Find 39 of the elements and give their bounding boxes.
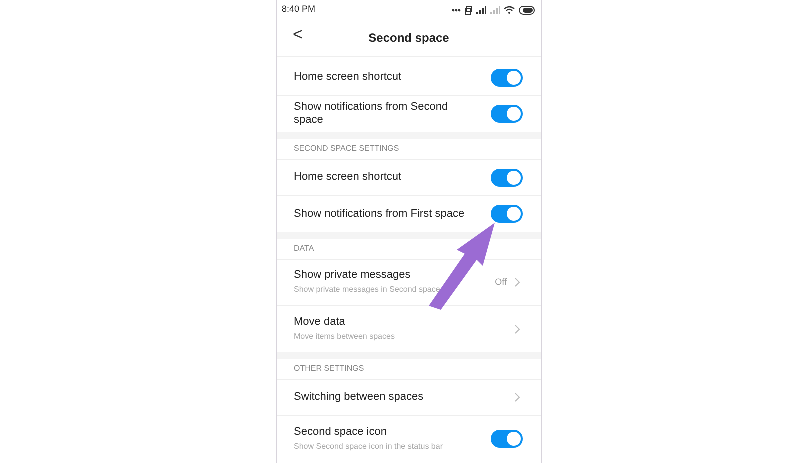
setting-label: Home screen shortcut (294, 71, 403, 84)
setting-description: Move items between spaces (294, 330, 396, 342)
setting-value: Off (495, 276, 507, 289)
toggle-switch[interactable] (491, 68, 523, 86)
chevron-right-icon (515, 278, 520, 287)
chevron-right-icon (515, 393, 520, 402)
setting-label: Switching between spaces (294, 391, 425, 404)
setting-label: Show private messages (294, 269, 412, 282)
settings-row[interactable]: Show notifications from First space (277, 196, 541, 232)
setting-label: Home screen shortcut (294, 171, 403, 184)
settings-row[interactable]: Switching between spaces (277, 380, 541, 416)
settings-row[interactable]: Show notifications from Second space (277, 96, 541, 132)
back-button[interactable]: < (293, 26, 303, 43)
sim-icon (465, 6, 472, 14)
section-heading: SECOND SPACE SETTINGS (294, 143, 400, 155)
setting-label: Show notifications from Second space (294, 101, 450, 127)
battery-icon (519, 6, 536, 14)
signal-icon (476, 6, 486, 14)
settings-row[interactable]: Second space icon Show Second space icon in the status bar (277, 416, 541, 462)
setting-label: Second space icon (294, 426, 388, 438)
setting-description: Show Second space icon in the status bar (294, 440, 444, 452)
setting-label: Show notifications from First space (294, 208, 466, 220)
setting-label: Move data (294, 316, 346, 328)
status-time: 8:40 PM (282, 3, 316, 16)
settings-row[interactable]: Move data Move items between spaces (277, 306, 541, 352)
toggle-switch[interactable] (491, 430, 523, 448)
signal-icon (490, 6, 500, 14)
setting-description: Show private messages in Second space (294, 284, 442, 296)
settings-row[interactable]: Home screen shortcut (277, 60, 541, 96)
toggle-switch[interactable] (491, 168, 523, 186)
page-title: Second space (368, 30, 450, 47)
toggle-switch[interactable] (491, 105, 523, 123)
chevron-right-icon (515, 324, 520, 334)
settings-row[interactable]: Home screen shortcut (277, 160, 541, 196)
wifi-icon (504, 6, 515, 14)
toggle-switch[interactable] (491, 205, 523, 223)
section-heading: DATA (294, 243, 314, 255)
dots-icon (452, 8, 461, 12)
section-heading: OTHER SETTINGS (294, 363, 364, 375)
